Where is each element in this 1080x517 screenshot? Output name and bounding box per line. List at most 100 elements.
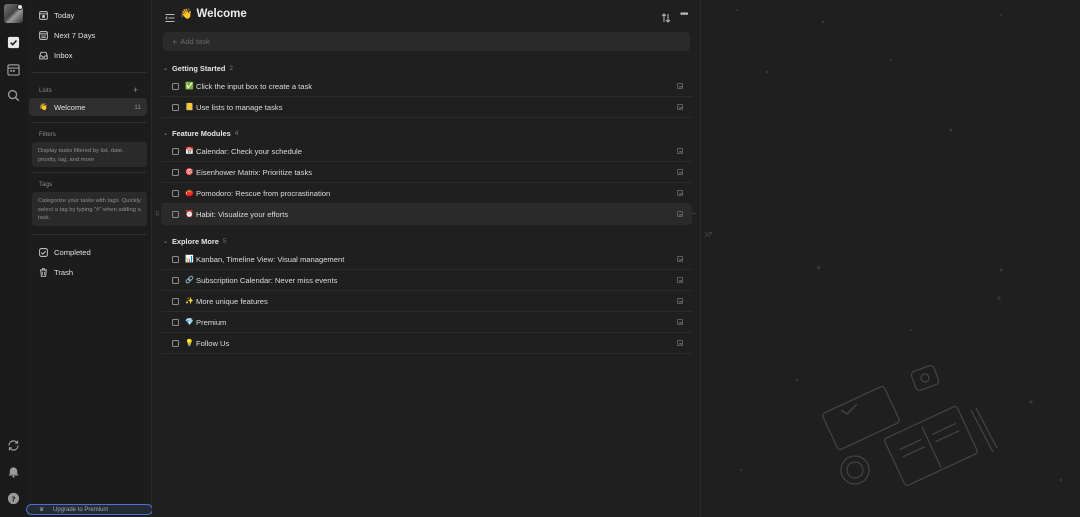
group-count: 4	[234, 129, 239, 137]
lists-section-label: Lists	[39, 87, 52, 94]
task-emoji: 🍅	[185, 190, 194, 197]
group-name: Explore More	[172, 236, 219, 246]
task-checkbox[interactable]	[172, 297, 179, 305]
sidebar-item-today[interactable]: Today	[29, 6, 147, 24]
inbox-icon	[38, 50, 49, 61]
task-title: Calendar: Check your schedule	[196, 146, 302, 156]
chevron-down-icon: ⌄	[163, 130, 169, 137]
sidebar-item-next-7-days[interactable]: Next 7 Days	[29, 26, 147, 44]
divider	[32, 122, 147, 123]
svg-text:?: ?	[11, 494, 15, 503]
divider	[32, 72, 147, 73]
task-row[interactable]: 🎯 Eisenhower Matrix: Prioritize tasks	[161, 162, 692, 183]
note-icon	[677, 83, 683, 89]
help-icon[interactable]: ?	[6, 491, 20, 505]
task-checkbox[interactable]	[172, 82, 179, 90]
task-row[interactable]: 🔗 Subscription Calendar: Never miss even…	[161, 270, 692, 291]
divider	[32, 172, 147, 173]
sidebar-item-inbox[interactable]: Inbox	[29, 46, 147, 64]
bell-icon[interactable]	[6, 464, 20, 478]
task-emoji: 🔗	[185, 277, 194, 284]
task-row[interactable]: ✨ More unique features	[161, 291, 692, 312]
note-icon	[677, 256, 683, 262]
task-emoji: 💎	[185, 319, 194, 326]
tags-section-label: Tags	[39, 181, 53, 188]
add-task-input[interactable]: + Add task	[163, 32, 690, 51]
group-header-getting-started[interactable]: ⌄ Getting Started 2	[163, 62, 233, 74]
page-title: 👋 Welcome	[180, 8, 247, 20]
toggle-sidebar-icon[interactable]	[165, 10, 175, 22]
sidebar-item-completed[interactable]: Completed	[29, 243, 147, 261]
notification-dot	[17, 4, 23, 10]
task-title: Premium	[196, 317, 227, 327]
sidebar: Today Next 7 Days Inbox Lists + 👋 Welcom…	[26, 0, 153, 517]
note-icon	[677, 169, 683, 175]
upgrade-premium-button[interactable]: ♛ Upgrade to Premium	[26, 504, 153, 515]
sidebar-item-label: Welcome	[54, 102, 86, 112]
task-row[interactable]: 💎 Premium	[161, 312, 692, 333]
task-title: Pomodoro: Rescue from procrastination	[196, 188, 331, 198]
sync-icon[interactable]	[6, 438, 20, 452]
task-title: More unique features	[196, 296, 268, 306]
app-rail: ?	[0, 0, 26, 517]
page-title-text: Welcome	[196, 8, 247, 20]
group-header-explore-more[interactable]: ⌄ Explore More 5	[163, 235, 226, 247]
task-emoji: 📊	[185, 256, 194, 263]
sort-icon[interactable]	[661, 10, 671, 23]
task-emoji: ⏰	[185, 211, 194, 218]
task-title: Kanban, Timeline View: Visual management	[196, 254, 345, 264]
today-icon	[38, 10, 49, 21]
task-checkbox[interactable]	[172, 103, 179, 111]
task-checkbox[interactable]	[172, 318, 179, 326]
task-list-panel: 👋 Welcome ••• + Add task ⌄ Getting Start…	[152, 0, 700, 517]
add-list-button[interactable]: +	[133, 86, 138, 95]
note-icon	[677, 190, 683, 196]
search-icon[interactable]	[6, 88, 20, 102]
task-title: Click the input box to create a task	[196, 81, 313, 91]
task-row[interactable]: ✅ Click the input box to create a task	[161, 76, 692, 97]
task-row[interactable]: 🍅 Pomodoro: Rescue from procrastination	[161, 183, 692, 204]
task-row[interactable]: ⏰ Habit: Visualize your efforts	[161, 204, 692, 225]
task-title: Use lists to manage tasks	[196, 102, 283, 112]
calendar-week-icon	[38, 30, 49, 41]
crown-icon: ♛	[39, 507, 45, 513]
task-emoji: 📅	[185, 148, 194, 155]
task-checkbox[interactable]	[172, 276, 179, 284]
add-task-placeholder: Add task	[180, 37, 210, 46]
sidebar-item-welcome[interactable]: 👋 Welcome 11	[29, 98, 147, 116]
task-row[interactable]: 📅 Calendar: Check your schedule	[161, 141, 692, 162]
task-title: Subscription Calendar: Never miss events	[196, 275, 338, 285]
task-checkbox[interactable]	[172, 339, 179, 347]
task-title: Follow Us	[196, 338, 230, 348]
note-icon	[677, 104, 683, 110]
drag-handle-icon[interactable]: ⠿	[155, 211, 159, 218]
note-icon	[677, 298, 683, 304]
group-name: Getting Started	[172, 63, 226, 73]
task-checkbox[interactable]	[172, 147, 179, 155]
tags-hint: Categorize your tasks with tags. Quickly…	[32, 192, 147, 226]
group-header-feature-modules[interactable]: ⌄ Feature Modules 4	[163, 127, 238, 139]
task-title: Eisenhower Matrix: Prioritize tasks	[196, 167, 313, 177]
sidebar-item-trash[interactable]: Trash	[29, 263, 147, 281]
task-checkbox[interactable]	[172, 210, 179, 218]
task-row[interactable]: 💡 Follow Us	[161, 333, 692, 354]
chevron-down-icon: ⌄	[163, 65, 169, 72]
divider	[32, 234, 147, 235]
task-check-icon[interactable]	[6, 35, 20, 49]
calendar-icon[interactable]	[6, 62, 20, 76]
task-row[interactable]: 📒 Use lists to manage tasks	[161, 97, 692, 118]
task-checkbox[interactable]	[172, 255, 179, 263]
wave-emoji-icon: 👋	[180, 8, 193, 20]
task-checkbox[interactable]	[172, 189, 179, 197]
filters-section-label: Filters	[39, 131, 56, 138]
note-icon	[677, 319, 683, 325]
task-row[interactable]: 📊 Kanban, Timeline View: Visual manageme…	[161, 249, 692, 270]
sidebar-item-label: Inbox	[54, 50, 73, 60]
note-icon	[677, 340, 683, 346]
filters-hint: Display tasks filtered by list, date, pr…	[32, 142, 147, 167]
task-emoji: 🎯	[185, 169, 194, 176]
more-options-icon[interactable]: •••	[680, 9, 688, 20]
row-menu-icon[interactable]: –	[692, 211, 695, 217]
task-checkbox[interactable]	[172, 168, 179, 176]
list-count-badge: 11	[134, 103, 141, 111]
